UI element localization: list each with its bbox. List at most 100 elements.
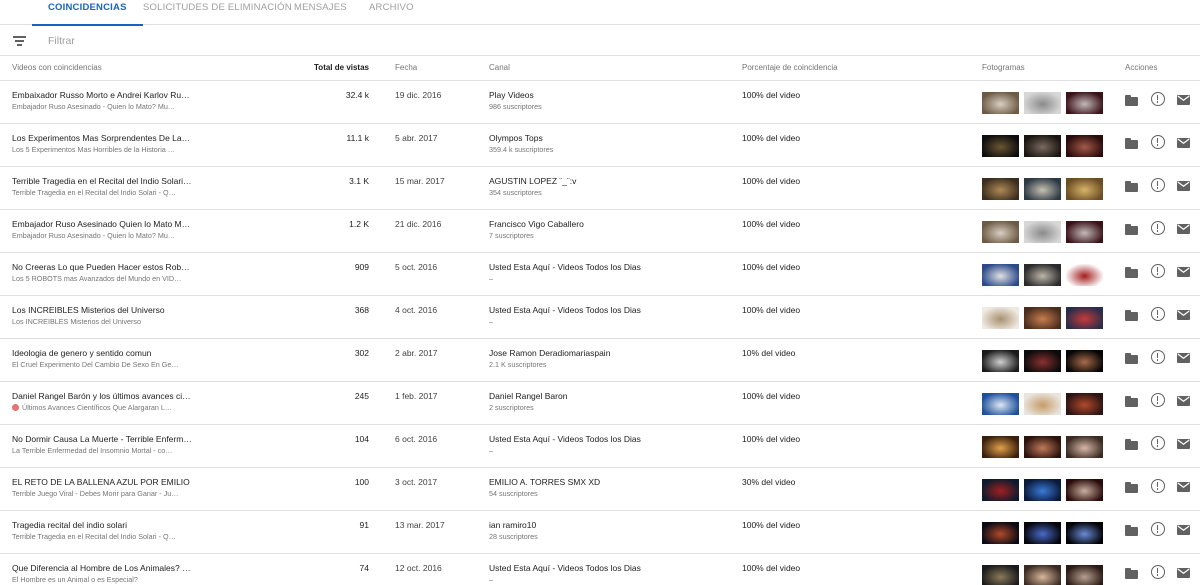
- message-mail-icon[interactable]: [1177, 353, 1190, 363]
- frame-thumbnail[interactable]: [1024, 264, 1061, 286]
- message-mail-icon[interactable]: [1177, 439, 1190, 449]
- frame-thumbnail[interactable]: [1024, 565, 1061, 585]
- video-title-link[interactable]: No Creeras Lo que Pueden Hacer estos Rob…: [12, 262, 192, 272]
- frame-thumbnail[interactable]: [1024, 178, 1061, 200]
- frame-thumbnail[interactable]: [1066, 135, 1103, 157]
- video-title-link[interactable]: Ideologia de genero y sentido comun: [12, 348, 192, 358]
- archive-folder-icon[interactable]: [1125, 482, 1138, 493]
- takedown-alert-icon[interactable]: [1151, 135, 1165, 149]
- frame-thumbnail[interactable]: [1024, 479, 1061, 501]
- takedown-alert-icon[interactable]: [1151, 565, 1165, 579]
- tab-coincidencias[interactable]: COINCIDENCIAS: [32, 0, 143, 26]
- archive-folder-icon[interactable]: [1125, 439, 1138, 450]
- frame-thumbnail[interactable]: [1024, 135, 1061, 157]
- channel-link[interactable]: Usted Esta Aquí - Videos Todos los Dias: [489, 262, 729, 272]
- archive-folder-icon[interactable]: [1125, 138, 1138, 149]
- video-title-link[interactable]: No Dormir Causa La Muerte - Terrible Enf…: [12, 434, 192, 444]
- channel-link[interactable]: AGUSTIN LOPEZ ¨_¨:v: [489, 176, 729, 186]
- video-title-link[interactable]: Los Experimentos Mas Sorprendentes De La…: [12, 133, 192, 143]
- frame-thumbnail[interactable]: [982, 307, 1019, 329]
- frame-thumbnail[interactable]: [1066, 522, 1103, 544]
- channel-link[interactable]: ian ramiro10: [489, 520, 729, 530]
- takedown-alert-icon[interactable]: [1151, 479, 1165, 493]
- takedown-alert-icon[interactable]: [1151, 350, 1165, 364]
- frame-thumbnail[interactable]: [982, 350, 1019, 372]
- channel-link[interactable]: Usted Esta Aquí - Videos Todos los Dias: [489, 305, 729, 315]
- column-header-views[interactable]: Total de vistas: [290, 63, 369, 72]
- frame-thumbnail[interactable]: [982, 264, 1019, 286]
- message-mail-icon[interactable]: [1177, 568, 1190, 578]
- channel-link[interactable]: Usted Esta Aquí - Videos Todos los Dias: [489, 563, 729, 573]
- tab-solicitudes-de-eliminacion[interactable]: SOLICITUDES DE ELIMINACIÓN: [143, 0, 292, 25]
- frame-thumbnail[interactable]: [1066, 393, 1103, 415]
- frame-thumbnail[interactable]: [1066, 178, 1103, 200]
- frame-thumbnail[interactable]: [1066, 436, 1103, 458]
- video-title-link[interactable]: EL RETO DE LA BALLENA AZUL POR EMILIO: [12, 477, 192, 487]
- channel-link[interactable]: Jose Ramon Deradiomariaspain: [489, 348, 729, 358]
- channel-link[interactable]: Play Videos: [489, 90, 729, 100]
- archive-folder-icon[interactable]: [1125, 396, 1138, 407]
- message-mail-icon[interactable]: [1177, 181, 1190, 191]
- video-title-link[interactable]: Que Diferencia al Hombre de Los Animales…: [12, 563, 192, 573]
- takedown-alert-icon[interactable]: [1151, 307, 1165, 321]
- message-mail-icon[interactable]: [1177, 482, 1190, 492]
- frame-thumbnail[interactable]: [1024, 350, 1061, 372]
- archive-folder-icon[interactable]: [1125, 525, 1138, 536]
- takedown-alert-icon[interactable]: [1151, 264, 1165, 278]
- frame-thumbnail[interactable]: [1066, 479, 1103, 501]
- filter-list-icon[interactable]: [13, 35, 26, 46]
- video-title-link[interactable]: Embaixador Russo Morto e Andrei Karlov R…: [12, 90, 192, 100]
- archive-folder-icon[interactable]: [1125, 568, 1138, 579]
- frame-thumbnail[interactable]: [982, 92, 1019, 114]
- channel-link[interactable]: Usted Esta Aquí - Videos Todos los Dias: [489, 434, 729, 444]
- frame-thumbnail[interactable]: [982, 479, 1019, 501]
- frame-thumbnail[interactable]: [1024, 436, 1061, 458]
- archive-folder-icon[interactable]: [1125, 224, 1138, 235]
- frame-thumbnail[interactable]: [1066, 350, 1103, 372]
- column-header-date[interactable]: Fecha: [395, 63, 417, 72]
- frame-thumbnail[interactable]: [982, 565, 1019, 585]
- archive-folder-icon[interactable]: [1125, 181, 1138, 192]
- channel-link[interactable]: Francisco Vigo Caballero: [489, 219, 729, 229]
- video-title-link[interactable]: Los INCREIBLES Misterios del Universo: [12, 305, 192, 315]
- video-title-link[interactable]: Terrible Tragedia en el Recital del Indi…: [12, 176, 192, 186]
- message-mail-icon[interactable]: [1177, 525, 1190, 535]
- frame-thumbnail[interactable]: [1066, 565, 1103, 585]
- message-mail-icon[interactable]: [1177, 267, 1190, 277]
- tab-mensajes[interactable]: MENSAJES: [294, 0, 347, 25]
- message-mail-icon[interactable]: [1177, 396, 1190, 406]
- tab-archivo[interactable]: ARCHIVO: [369, 0, 414, 25]
- video-title-link[interactable]: Embajador Ruso Asesinado Quien lo Mato M…: [12, 219, 192, 229]
- frame-thumbnail[interactable]: [982, 522, 1019, 544]
- message-mail-icon[interactable]: [1177, 138, 1190, 148]
- frame-thumbnail[interactable]: [1066, 264, 1103, 286]
- archive-folder-icon[interactable]: [1125, 95, 1138, 106]
- takedown-alert-icon[interactable]: [1151, 221, 1165, 235]
- archive-folder-icon[interactable]: [1125, 353, 1138, 364]
- takedown-alert-icon[interactable]: [1151, 393, 1165, 407]
- frame-thumbnail[interactable]: [1024, 522, 1061, 544]
- frame-thumbnail[interactable]: [982, 221, 1019, 243]
- frame-thumbnail[interactable]: [1024, 393, 1061, 415]
- takedown-alert-icon[interactable]: [1151, 92, 1165, 106]
- frame-thumbnail[interactable]: [982, 135, 1019, 157]
- frame-thumbnail[interactable]: [982, 178, 1019, 200]
- channel-link[interactable]: Daniel Rangel Baron: [489, 391, 729, 401]
- frame-thumbnail[interactable]: [982, 393, 1019, 415]
- archive-folder-icon[interactable]: [1125, 267, 1138, 278]
- frame-thumbnail[interactable]: [1066, 221, 1103, 243]
- takedown-alert-icon[interactable]: [1151, 522, 1165, 536]
- frame-thumbnail[interactable]: [1024, 221, 1061, 243]
- message-mail-icon[interactable]: [1177, 224, 1190, 234]
- message-mail-icon[interactable]: [1177, 310, 1190, 320]
- video-title-link[interactable]: Tragedia recital del indio solari: [12, 520, 192, 530]
- channel-link[interactable]: EMILIO A. TORRES SMX XD: [489, 477, 729, 487]
- takedown-alert-icon[interactable]: [1151, 178, 1165, 192]
- frame-thumbnail[interactable]: [982, 436, 1019, 458]
- takedown-alert-icon[interactable]: [1151, 436, 1165, 450]
- channel-link[interactable]: Olympos Tops: [489, 133, 729, 143]
- frame-thumbnail[interactable]: [1066, 92, 1103, 114]
- frame-thumbnail[interactable]: [1066, 307, 1103, 329]
- message-mail-icon[interactable]: [1177, 95, 1190, 105]
- archive-folder-icon[interactable]: [1125, 310, 1138, 321]
